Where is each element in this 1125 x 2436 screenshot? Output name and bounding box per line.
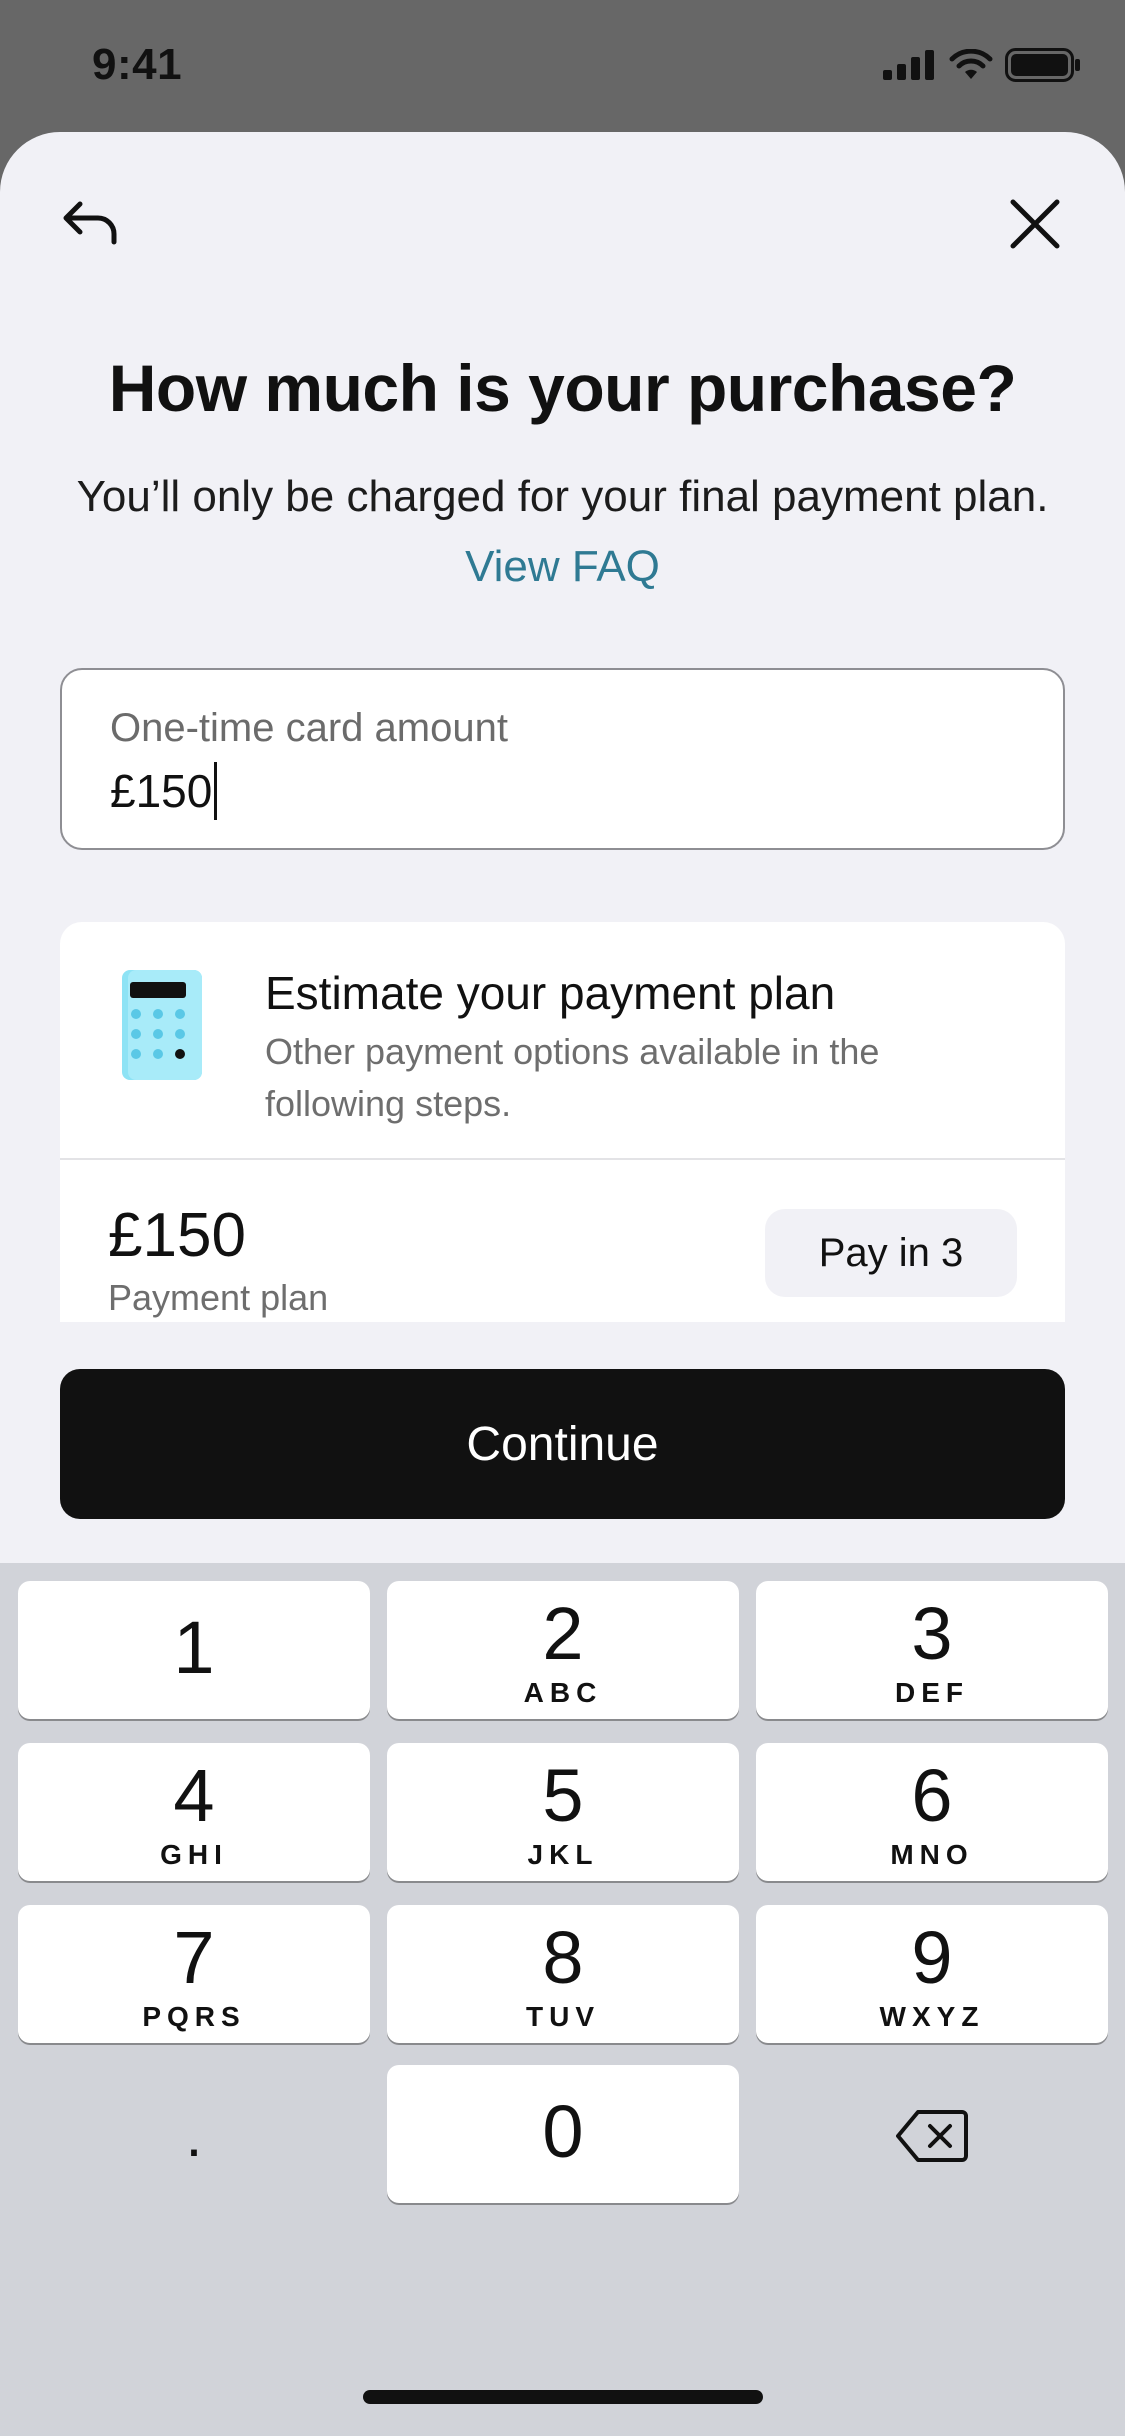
plan-amount: £150 <box>108 1201 246 1270</box>
subtitle: You’ll only be charged for your final pa… <box>60 462 1065 602</box>
key-number: 8 <box>542 1916 584 1999</box>
divider <box>60 1158 1065 1160</box>
key-letters: MNO <box>890 1839 974 1870</box>
wifi-icon <box>949 49 993 79</box>
back-arrow-icon <box>63 201 117 245</box>
key-number: 6 <box>911 1754 953 1837</box>
pay-in-3-button[interactable]: Pay in 3 <box>765 1209 1017 1297</box>
backspace-key[interactable] <box>756 2067 1108 2205</box>
key-7[interactable]: 7 PQRS <box>18 1905 370 2043</box>
key-number: 0 <box>542 2090 584 2173</box>
key-0[interactable]: 0 <box>387 2065 739 2203</box>
home-indicator <box>363 2390 763 2404</box>
key-number: 5 <box>542 1754 584 1837</box>
status-bar: 9:41 <box>0 0 1125 135</box>
key-number: 3 <box>911 1592 953 1675</box>
battery-icon <box>1005 48 1080 82</box>
amount-value: £150 <box>110 765 213 817</box>
key-number: 9 <box>911 1916 953 1999</box>
continue-button[interactable]: Continue <box>60 1369 1065 1519</box>
calculator-icon <box>122 970 202 1080</box>
key-letters: GHI <box>160 1839 228 1870</box>
key-number: 1 <box>173 1606 215 1689</box>
status-time: 9:41 <box>92 40 183 89</box>
key-8[interactable]: 8 TUV <box>387 1905 739 2043</box>
view-faq-link[interactable]: View FAQ <box>465 542 660 591</box>
numeric-keyboard: 1 2 ABC 3 DEF 4 GHI 5 JKL 6 MNO 7 PQRS 8… <box>0 1563 1125 2436</box>
key-letters: WXYZ <box>879 2001 985 2032</box>
key-letters: PQRS <box>142 2001 246 2032</box>
key-1[interactable]: 1 <box>18 1581 370 1719</box>
key-9[interactable]: 9 WXYZ <box>756 1905 1108 2043</box>
back-button[interactable] <box>58 192 122 256</box>
decimal-point: . <box>185 2102 203 2169</box>
key-number: 7 <box>173 1916 215 1999</box>
estimate-description: Other payment options available in the f… <box>265 1031 880 1124</box>
key-number: 4 <box>173 1754 215 1837</box>
backspace-icon <box>896 2110 968 2162</box>
close-button[interactable] <box>1003 192 1067 256</box>
close-icon <box>1010 199 1060 249</box>
key-3[interactable]: 3 DEF <box>756 1581 1108 1719</box>
amount-input[interactable]: £150 <box>110 762 218 820</box>
amount-label: One-time card amount <box>110 706 508 750</box>
page-title: How much is your purchase? <box>108 351 1017 425</box>
subtitle-text: You’ll only be charged for your final pa… <box>76 472 1049 521</box>
key-decimal[interactable]: . <box>18 2067 370 2205</box>
text-caret <box>214 762 218 820</box>
key-letters: ABC <box>523 1677 603 1708</box>
key-5[interactable]: 5 JKL <box>387 1743 739 1881</box>
key-6[interactable]: 6 MNO <box>756 1743 1108 1881</box>
key-letters: DEF <box>895 1677 969 1708</box>
key-4[interactable]: 4 GHI <box>18 1743 370 1881</box>
signal-icon <box>883 50 934 80</box>
key-letters: TUV <box>526 2001 600 2032</box>
plan-label: Payment plan <box>108 1277 329 1318</box>
key-2[interactable]: 2 ABC <box>387 1581 739 1719</box>
status-icons <box>883 48 1081 82</box>
amount-input-field[interactable]: One-time card amount £150 <box>60 668 1065 850</box>
estimate-card: Estimate your payment plan Other payment… <box>60 922 1065 1322</box>
key-letters: JKL <box>527 1839 599 1870</box>
estimate-title: Estimate your payment plan <box>265 967 836 1019</box>
key-number: 2 <box>542 1592 584 1675</box>
